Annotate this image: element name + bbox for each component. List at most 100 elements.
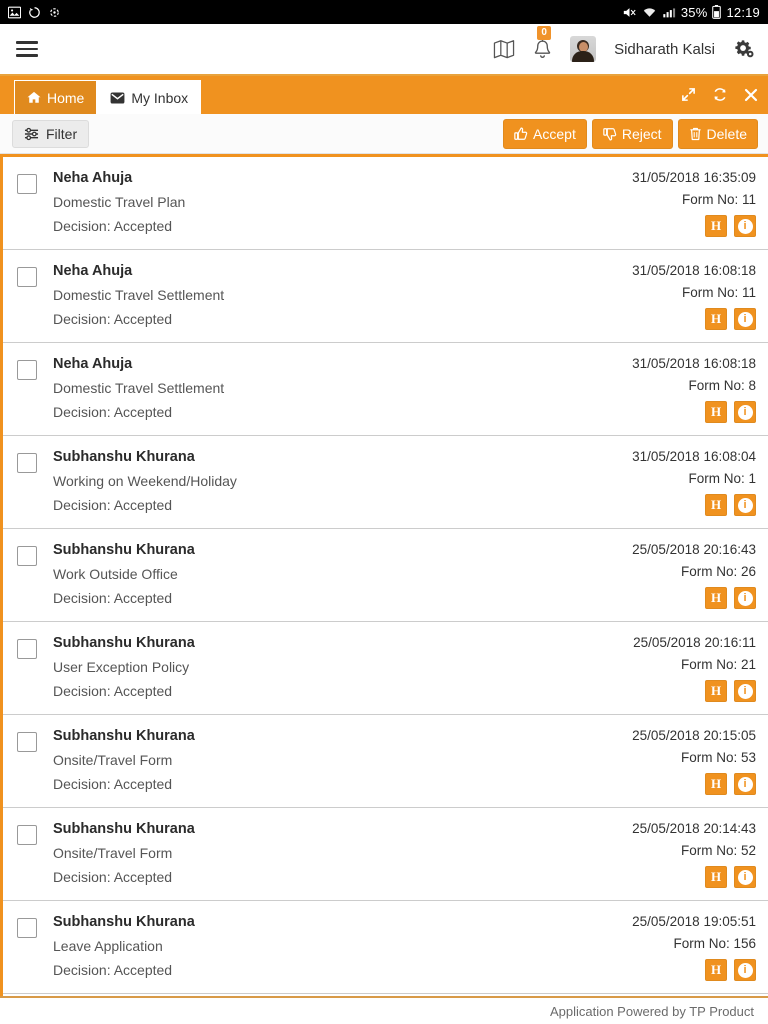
row-checkbox[interactable] [17,732,37,752]
info-icon-glyph: i [737,218,753,234]
row-checkbox[interactable] [17,453,37,473]
row-right: 25/05/2018 20:15:05 Form No: 53 Hi [632,728,756,795]
tab-home[interactable]: Home [14,80,98,114]
info-icon-glyph: i [737,776,753,792]
history-icon[interactable]: H [705,494,727,516]
row-checkbox[interactable] [17,825,37,845]
row-left: Subhanshu Khurana User Exception Policy De… [53,635,195,702]
history-icon[interactable]: H [705,773,727,795]
volume-mute-icon [622,6,637,19]
inbox-row[interactable]: Neha Ahuja Domestic Travel Settlement Deci… [3,250,768,343]
row-form-type: Onsite/Travel Form [53,845,173,861]
row-content: Subhanshu Khurana Leave Application Decisi… [53,914,756,981]
row-content: Subhanshu Khurana Onsite/Travel Form Decis… [53,728,756,795]
tab-list: Home My Inbox [14,76,202,114]
row-form-type: Onsite/Travel Form [53,752,173,768]
close-icon[interactable] [744,88,758,102]
row-left: Subhanshu Khurana Leave Application Decisi… [53,914,195,981]
row-content: Neha Ahuja Domestic Travel Settlement Deci… [53,356,756,423]
row-left: Subhanshu Khurana Working on Weekend/Holi… [53,449,237,516]
info-icon[interactable]: i [734,308,756,330]
accept-button[interactable]: Accept [503,118,587,149]
row-content: Subhanshu Khurana Work Outside Office Deci… [53,542,756,609]
row-checkbox[interactable] [17,639,37,659]
android-status-bar: 35% 12:19 [0,0,768,24]
row-form-number: Form No: 11 [681,285,756,300]
status-bar-right-icons: 35% 12:19 [622,5,760,20]
username-label[interactable]: Sidharath Kalsi [614,41,715,58]
row-requester-name: Subhanshu Khurana [53,821,195,837]
delete-button[interactable]: Delete [677,118,758,149]
history-icon[interactable]: H [705,680,727,702]
row-checkbox[interactable] [17,174,37,194]
hamburger-icon[interactable] [16,41,38,57]
row-decision: Decision: Accepted [53,404,173,420]
info-icon[interactable]: i [734,587,756,609]
inbox-row[interactable]: Neha Ahuja Domestic Travel Settlement Deci… [3,343,768,436]
info-icon[interactable]: i [734,680,756,702]
row-decision: Decision: Accepted [53,497,173,513]
inbox-row[interactable]: Subhanshu Khurana25/05/2018 19:05:12 [3,994,768,996]
inbox-toolbar: Filter Accept Reject Delete [0,114,768,154]
map-icon[interactable] [493,39,515,59]
refresh-icon[interactable] [712,87,728,102]
filter-button[interactable]: Filter [12,119,90,148]
row-right: 25/05/2018 20:16:43 Form No: 26 Hi [632,542,756,609]
inbox-row[interactable]: Subhanshu Khurana Onsite/Travel Form Decis… [3,808,768,901]
info-icon-glyph: i [737,497,753,513]
tab-my-inbox[interactable]: My Inbox [97,80,202,114]
row-form-number: Form No: 26 [680,564,756,579]
row-left: Neha Ahuja Domestic Travel Settlement Deci… [53,263,224,330]
inbox-row[interactable]: Subhanshu Khurana Work Outside Office Deci… [3,529,768,622]
inbox-row[interactable]: Neha Ahuja Domestic Travel Plan Decision: … [3,157,768,250]
info-icon[interactable]: i [734,959,756,981]
sliders-icon [24,127,39,141]
bell-icon[interactable]: 0 [533,25,552,60]
row-content: Neha Ahuja Domestic Travel Settlement Deci… [53,263,756,330]
history-icon[interactable]: H [705,401,727,423]
row-form-type: Domestic Travel Settlement [53,380,225,396]
inbox-row[interactable]: Subhanshu Khurana Leave Application Decisi… [3,901,768,994]
row-timestamp: 31/05/2018 16:08:18 [632,356,756,371]
row-requester-name: Subhanshu Khurana [53,542,195,558]
row-checkbox-cell [17,821,53,845]
inbox-row[interactable]: Subhanshu Khurana User Exception Policy De… [3,622,768,715]
history-icon[interactable]: H [705,959,727,981]
accept-button-label: Accept [533,125,576,142]
inbox-scroll-area[interactable]: Neha Ahuja Domestic Travel Plan Decision: … [3,157,768,996]
history-icon[interactable]: H [705,308,727,330]
avatar[interactable] [570,36,597,62]
row-checkbox[interactable] [17,267,37,287]
inbox-row[interactable]: Subhanshu Khurana Working on Weekend/Holi… [3,436,768,529]
row-timestamp: 25/05/2018 20:16:11 [633,635,756,650]
history-icon[interactable]: H [705,587,727,609]
info-icon[interactable]: i [734,773,756,795]
reject-button[interactable]: Reject [591,118,673,149]
row-checkbox[interactable] [17,546,37,566]
reject-button-label: Reject [621,125,662,142]
row-checkbox[interactable] [17,360,37,380]
history-icon[interactable]: H [705,215,727,237]
tab-strip: Home My Inbox [0,76,768,114]
info-icon[interactable]: i [734,215,756,237]
row-checkbox-cell [17,914,53,938]
inbox-row[interactable]: Subhanshu Khurana Onsite/Travel Form Decis… [3,715,768,808]
row-form-number: Form No: 52 [680,843,756,858]
cogs-icon[interactable] [733,39,754,59]
history-icon[interactable]: H [705,866,727,888]
row-right: 31/05/2018 16:35:09 Form No: 11 Hi [632,170,756,237]
info-icon-glyph: i [737,311,753,327]
row-action-icons: Hi [705,959,756,981]
row-timestamp: 25/05/2018 20:16:43 [632,542,756,557]
info-icon[interactable]: i [734,866,756,888]
row-timestamp: 25/05/2018 20:14:43 [632,821,756,836]
row-form-number: Form No: 11 [681,192,756,207]
app-footer: Application Powered by TP Product [0,996,768,1024]
info-icon[interactable]: i [734,401,756,423]
row-checkbox[interactable] [17,918,37,938]
row-checkbox-cell [17,635,53,659]
expand-icon[interactable] [681,87,696,102]
info-icon[interactable]: i [734,494,756,516]
row-decision: Decision: Accepted [53,869,173,885]
thumbs-up-icon [514,126,528,141]
